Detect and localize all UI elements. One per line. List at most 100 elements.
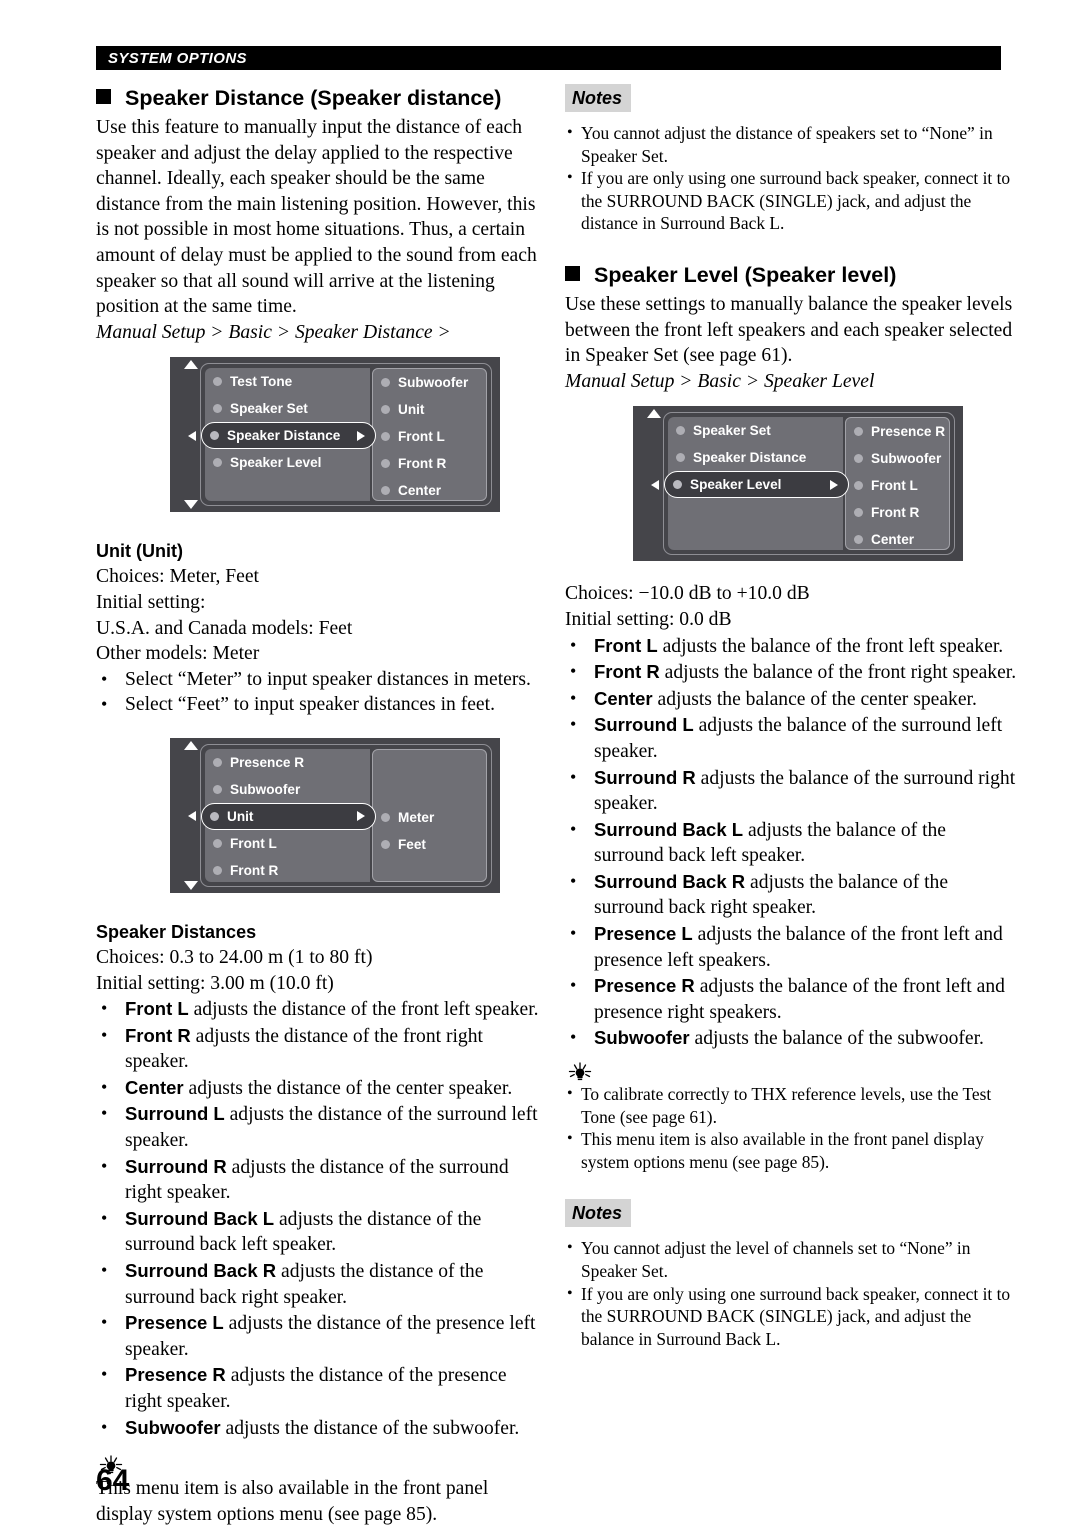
osd-item[interactable]: Front L — [846, 472, 949, 499]
scroll-up-icon[interactable] — [647, 409, 661, 419]
osd-item-label: Subwoofer — [871, 451, 942, 467]
osd-item[interactable]: Subwoofer — [373, 369, 486, 396]
osd-item-label: Front L — [398, 429, 445, 445]
osd-item[interactable]: Presence R — [205, 749, 370, 776]
list-item: Subwoofer adjusts the distance of the su… — [96, 1415, 548, 1442]
bullet-dot-icon — [381, 459, 390, 469]
arrow-right-icon — [357, 811, 365, 822]
bullet-dot-icon — [676, 426, 685, 436]
osd-item-label: Speaker Level — [230, 455, 322, 471]
osd-selected-label: Speaker Level — [690, 477, 782, 493]
speaker-level-choices: Choices: −10.0 dB to +10.0 dB — [565, 583, 810, 605]
osd-item[interactable]: Center — [373, 477, 486, 504]
osd-right-pane: Presence R Subwoofer Front L Front R Cen… — [845, 417, 950, 553]
speaker-distances-choices: Choices: 0.3 to 24.00 m (1 to 80 ft) — [96, 946, 373, 968]
bullet-dot-icon — [854, 535, 863, 545]
osd-item[interactable]: Center — [846, 526, 949, 553]
notes-box-bottom: Notes You cannot adjust the level of cha… — [565, 1199, 1017, 1350]
speaker-distances-title: Speaker Distances — [96, 921, 257, 942]
list-item-term: Surround R — [594, 766, 696, 788]
page-number: 64 — [96, 1464, 130, 1497]
osd-item-label: Test Tone — [230, 374, 293, 390]
osd-item-label: Front R — [230, 862, 279, 878]
osd-menu-speaker-distance: Test Tone Speaker Set Speaker Distance S… — [170, 357, 500, 513]
osd-item-label: Speaker Set — [693, 423, 771, 439]
bullet-dot-icon — [381, 486, 390, 496]
osd-item[interactable]: Front R — [373, 450, 486, 477]
list-item-term: Presence R — [125, 1364, 226, 1386]
speaker-level-heading-text: Speaker Level (Speaker level) — [594, 262, 897, 287]
scroll-down-icon[interactable] — [184, 880, 198, 890]
list-item-term: Front L — [594, 634, 658, 656]
notes-label: Notes — [565, 1199, 632, 1228]
bullet-dot-icon — [213, 377, 222, 387]
osd-spacer — [373, 777, 486, 804]
arrow-left-icon — [188, 430, 196, 441]
osd-item-label: Unit — [398, 402, 425, 418]
list-item-term: Surround L — [594, 714, 694, 736]
osd-item[interactable]: Feet — [373, 831, 486, 858]
list-item-term: Center — [125, 1076, 184, 1098]
list-item: Surround Back R adjusts the distance of … — [96, 1258, 548, 1310]
osd-selected-item[interactable]: Unit — [188, 802, 376, 830]
arrow-left-icon — [188, 811, 196, 822]
osd-item[interactable]: Front L — [205, 830, 370, 857]
osd-item[interactable]: Front L — [373, 423, 486, 450]
list-item: Surround R adjusts the distance of the s… — [96, 1154, 548, 1206]
osd-item[interactable]: Speaker Set — [205, 395, 370, 422]
osd-item[interactable]: Presence R — [846, 418, 949, 445]
osd-item[interactable]: Speaker Level — [205, 449, 370, 476]
notes-box-top: Notes You cannot adjust the distance of … — [565, 84, 1017, 235]
list-item: If you are only using one surround back … — [565, 167, 1017, 235]
osd-item-label: Front L — [871, 478, 918, 494]
list-item: Select “Feet” to input speaker distances… — [96, 692, 548, 718]
list-item: You cannot adjust the distance of speake… — [565, 122, 1017, 167]
list-item-text: To calibrate correctly to THX reference … — [581, 1084, 992, 1127]
list-item: Presence R adjusts the balance of the fr… — [565, 973, 1017, 1025]
list-item: This menu item is also available in the … — [565, 1128, 1017, 1173]
list-item-term: Surround Back R — [125, 1260, 277, 1282]
bullet-dot-icon — [381, 405, 390, 415]
osd-item[interactable]: Front R — [846, 499, 949, 526]
osd-selected-item[interactable]: Speaker Distance — [188, 422, 376, 450]
bullet-dot-icon — [213, 404, 222, 414]
osd-item-label: Speaker Distance — [693, 450, 807, 466]
osd-item[interactable]: Unit — [373, 396, 486, 423]
list-item: Surround Back R adjusts the balance of t… — [565, 869, 1017, 921]
scroll-up-icon[interactable] — [184, 740, 198, 750]
osd-selected-item[interactable]: Speaker Level — [651, 471, 849, 499]
osd-item[interactable]: Test Tone — [205, 368, 370, 395]
bullet-dot-icon — [854, 481, 863, 491]
arrow-left-icon — [651, 479, 659, 490]
scroll-down-icon[interactable] — [184, 500, 198, 510]
osd-item-label: Meter — [398, 809, 435, 825]
list-item-term: Surround L — [125, 1103, 225, 1125]
list-item: Front L adjusts the distance of the fron… — [96, 996, 548, 1023]
scroll-up-icon[interactable] — [184, 360, 198, 370]
list-item-text: adjusts the balance of the subwoofer. — [689, 1028, 984, 1050]
list-item: Select “Meter” to input speaker distance… — [96, 667, 548, 693]
bullet-dot-icon — [676, 453, 685, 463]
osd-item[interactable]: Subwoofer — [205, 776, 370, 803]
osd-item[interactable]: Subwoofer — [846, 445, 949, 472]
speaker-level-intro: Use these settings to manually balance t… — [565, 293, 1013, 367]
list-item-text: Select “Meter” to input speaker distance… — [125, 668, 531, 690]
osd-item[interactable]: Front R — [205, 857, 370, 884]
osd-menu-speaker-level: Speaker Set Speaker Distance Speaker Lev… — [633, 406, 963, 562]
osd-frame: Presence R Subwoofer Unit Front L Front … — [188, 743, 492, 887]
osd-left-pane: Speaker Set Speaker Distance Speaker Lev… — [651, 417, 849, 551]
speaker-distances-bullet-list: Front L adjusts the distance of the fron… — [96, 996, 548, 1441]
osd-item[interactable]: Meter — [373, 804, 486, 831]
osd-item[interactable]: Speaker Set — [668, 417, 843, 444]
osd-item-label: Front L — [230, 835, 277, 851]
list-item-term: Front L — [125, 998, 189, 1020]
unit-choices: Choices: Meter, Feet — [96, 566, 259, 588]
running-head-text: SYSTEM OPTIONS — [108, 49, 247, 67]
osd-selected-label: Unit — [227, 808, 254, 824]
bullet-dot-icon — [213, 784, 222, 794]
list-item-text: adjusts the distance of the subwoofer. — [220, 1417, 520, 1439]
osd-item[interactable]: Speaker Distance — [668, 444, 843, 471]
list-item: Surround L adjusts the balance of the su… — [565, 712, 1017, 764]
bullet-square-icon — [96, 89, 111, 104]
osd-item-label: Presence R — [871, 424, 946, 440]
